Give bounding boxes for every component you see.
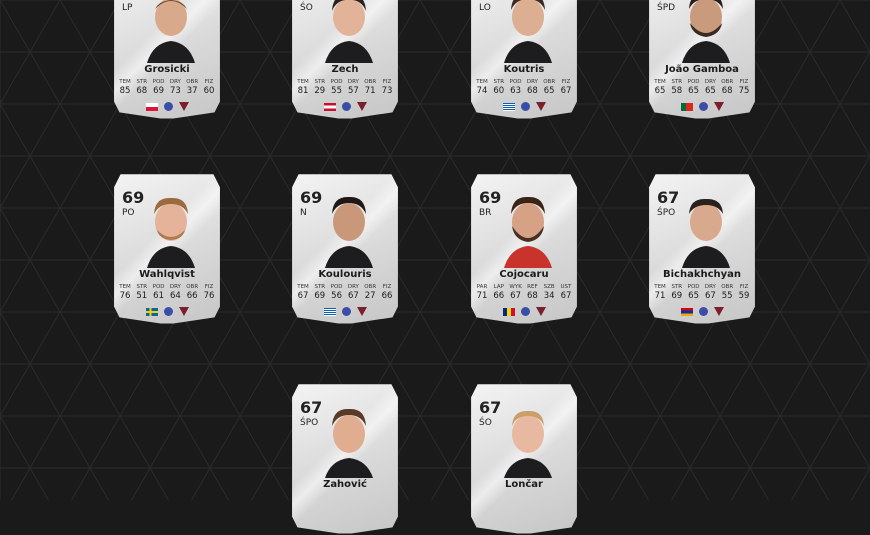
player-stats: TEM 81 STR 29 POD 55 DRY 57 OBR 71 FIZ 73 xyxy=(297,79,393,96)
player-position: ŚPO xyxy=(300,418,319,428)
player-rating: 67 xyxy=(479,398,502,417)
card-badges xyxy=(649,102,755,111)
player-photo xyxy=(682,198,730,268)
player-rating: 67 xyxy=(300,398,323,417)
player-card-gamboa[interactable]: ŚPD João Gamboa TEM 65 STR 58 POD 65 DRY 65 … xyxy=(649,0,755,119)
player-name: Zahović xyxy=(323,479,367,490)
player-photo xyxy=(325,196,373,268)
league-badge-icon xyxy=(520,307,530,316)
flag-austria-icon xyxy=(323,102,336,111)
player-stats: TEM 71 STR 69 POD 65 DRY 67 OBR 55 FIZ 59 xyxy=(654,284,750,301)
player-card-grosicki[interactable]: LP Grosicki TEM 85 STR 68 POD 69 DRY 73 OBR 3… xyxy=(114,0,220,119)
club-crest-icon xyxy=(713,307,724,316)
player-photo xyxy=(147,197,195,268)
player-card-bichakhchyan[interactable]: 67 ŚPO Bichakhchyan TEM 71 STR 69 POD 65 DR… xyxy=(649,174,755,324)
player-stats: TEM 74 STR 60 POD 63 DRY 68 OBR 65 FIZ 67 xyxy=(476,79,572,96)
league-badge-icon xyxy=(698,307,708,316)
player-position: ŚPD xyxy=(657,3,676,13)
player-position: ŚO xyxy=(300,3,313,13)
player-rating: 69 xyxy=(122,188,145,207)
player-stats: TEM 85 STR 68 POD 69 DRY 73 OBR 37 FIZ 60 xyxy=(119,79,215,96)
club-crest-icon xyxy=(535,307,546,316)
player-photo xyxy=(504,196,552,268)
league-badge-icon xyxy=(163,307,173,316)
player-rating: 69 xyxy=(479,188,502,207)
player-photo xyxy=(325,0,373,63)
player-position: ŚO xyxy=(479,418,492,428)
player-position: BR xyxy=(479,208,492,218)
club-crest-icon xyxy=(356,102,367,111)
player-name: Lončar xyxy=(505,479,543,490)
player-name: Koutris xyxy=(503,64,545,75)
league-badge-icon xyxy=(341,102,351,111)
card-badges xyxy=(292,307,398,316)
player-stats: PAR 71 LAP 66 WYK 67 REF 68 SZB 34 UST 67 xyxy=(476,284,572,301)
player-card-koulouris[interactable]: 69 N Koulouris TEM 67 STR 69 POD 56 DRY 67 O… xyxy=(292,174,398,324)
flag-portugal-icon xyxy=(680,102,693,111)
player-rating: 69 xyxy=(300,188,323,207)
player-photo xyxy=(147,0,195,63)
player-photo xyxy=(682,0,730,63)
player-position: LO xyxy=(479,3,491,13)
player-photo xyxy=(504,410,552,478)
player-photo xyxy=(504,0,552,63)
card-badges xyxy=(649,307,755,316)
club-crest-icon xyxy=(356,307,367,316)
league-badge-icon xyxy=(341,307,351,316)
player-name: Wahlqvist xyxy=(139,269,195,280)
player-name: Zech xyxy=(331,64,359,75)
flag-greece-icon xyxy=(502,102,515,111)
flag-greece-icon xyxy=(323,307,336,316)
player-stats: TEM 67 STR 69 POD 56 DRY 67 OBR 27 FIZ 66 xyxy=(297,284,393,301)
club-crest-icon xyxy=(535,102,546,111)
player-position: LP xyxy=(122,3,133,13)
club-crest-icon xyxy=(178,102,189,111)
player-position: ŚPO xyxy=(657,208,676,218)
player-card-zahovic[interactable]: 67 ŚPO Zahović xyxy=(292,384,398,534)
player-card-zech[interactable]: ŚO Zech TEM 81 STR 29 POD 55 DRY 57 OBR 71 FI… xyxy=(292,0,398,119)
player-photo xyxy=(325,408,373,478)
player-card-cojocaru[interactable]: 69 BR Cojocaru PAR 71 LAP 66 WYK 67 REF 68 S… xyxy=(471,174,577,324)
card-badges xyxy=(471,307,577,316)
player-rating: 67 xyxy=(657,188,680,207)
club-crest-icon xyxy=(713,102,724,111)
card-badges xyxy=(292,102,398,111)
player-name: Grosicki xyxy=(144,64,190,75)
card-badges xyxy=(114,307,220,316)
player-stats: TEM 65 STR 58 POD 65 DRY 65 OBR 68 FIZ 75 xyxy=(654,79,750,96)
league-badge-icon xyxy=(520,102,530,111)
player-name: Bichakhchyan xyxy=(662,269,742,280)
player-card-loncar[interactable]: 67 ŚO Lončar xyxy=(471,384,577,534)
player-name: João Gamboa xyxy=(665,64,739,75)
flag-poland-icon xyxy=(145,102,158,111)
card-badges xyxy=(114,102,220,111)
flag-sweden-icon xyxy=(145,307,158,316)
flag-romania-icon xyxy=(502,307,515,316)
player-name: Koulouris xyxy=(318,269,372,280)
club-crest-icon xyxy=(178,307,189,316)
league-badge-icon xyxy=(163,102,173,111)
flag-armenia-icon xyxy=(680,307,693,316)
league-badge-icon xyxy=(698,102,708,111)
player-card-wahlqvist[interactable]: 69 PO Wahlqvist TEM 76 STR 51 POD 61 DRY 64 … xyxy=(114,174,220,324)
player-name: Cojocaru xyxy=(499,269,549,280)
player-position: PO xyxy=(122,208,135,218)
player-position: N xyxy=(300,208,307,218)
player-card-koutris[interactable]: LO Koutris TEM 74 STR 60 POD 63 DRY 68 OBR 65… xyxy=(471,0,577,119)
player-stats: TEM 76 STR 51 POD 61 DRY 64 OBR 66 FIZ 76 xyxy=(119,284,215,301)
card-badges xyxy=(471,102,577,111)
